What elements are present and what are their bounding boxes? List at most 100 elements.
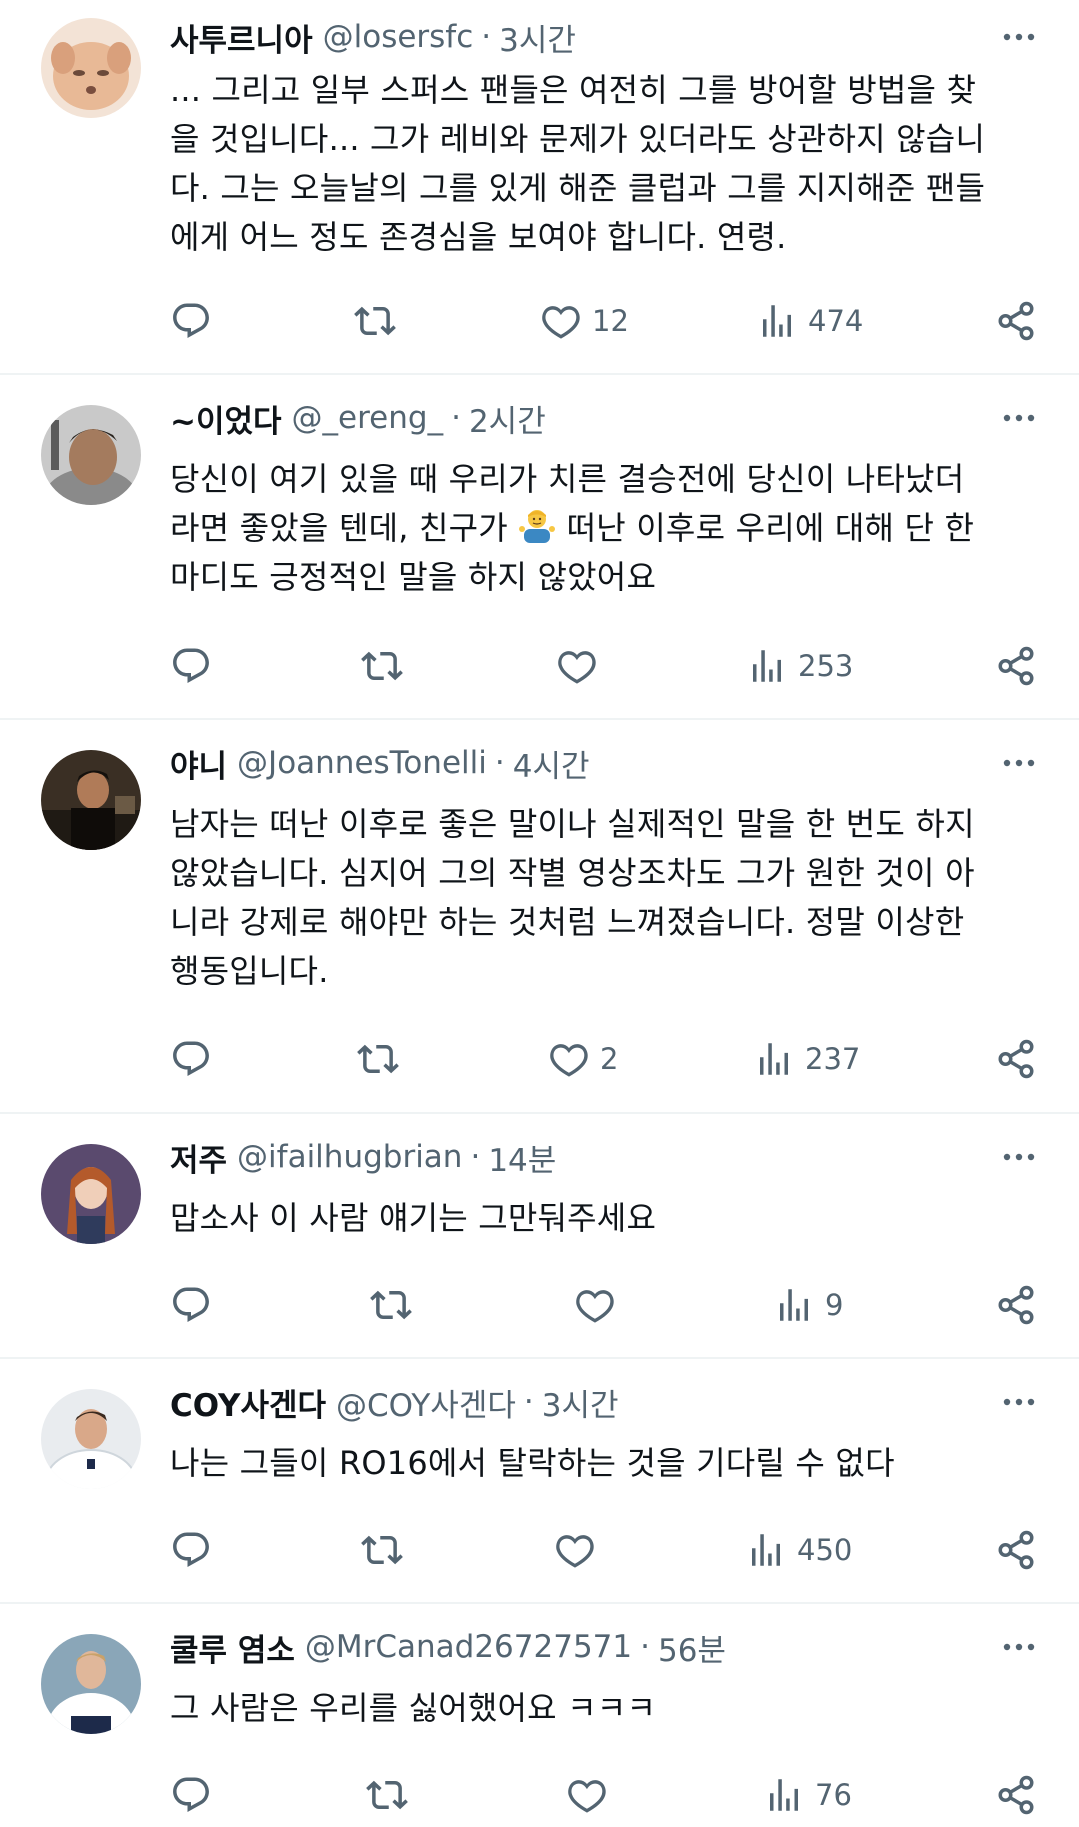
tweet-text: 맙소사 이 사람 얘기는 그만둬주세요: [170, 1194, 1039, 1243]
views-button[interactable]: 474: [756, 296, 863, 346]
more-icon[interactable]: [999, 748, 1039, 778]
display-name[interactable]: ~이었다: [170, 396, 282, 441]
retweet-button[interactable]: [354, 296, 396, 346]
share-button[interactable]: [995, 1525, 1037, 1575]
views-icon: [746, 645, 788, 687]
tweet[interactable]: COY사겐다 @COY사겐다 · 3시간 나는 그들이 RO16에서 탈락하는 …: [0, 1359, 1079, 1604]
like-button[interactable]: [574, 1280, 626, 1330]
views-button[interactable]: 253: [746, 641, 853, 691]
more-icon[interactable]: [999, 403, 1039, 433]
views-button[interactable]: 76: [763, 1770, 852, 1820]
timestamp[interactable]: 4시간: [513, 741, 590, 786]
reply-button[interactable]: [170, 1280, 212, 1330]
share-icon: [995, 300, 1037, 342]
retweet-button[interactable]: [361, 1525, 403, 1575]
tweet-text-line: 니라 강제로 해야만 하는 것처럼 느껴졌습니다. 정말 이상한: [170, 903, 965, 941]
reply-button[interactable]: [170, 1770, 212, 1820]
tweet-text: 남자는 떠난 이후로 좋은 말이나 실제적인 말을 한 번도 하지 않았습니다.…: [170, 800, 1039, 996]
like-button[interactable]: 12: [540, 296, 629, 346]
user-handle[interactable]: @ifailhugbrian: [237, 1139, 462, 1175]
tweet[interactable]: 저주 @ifailhugbrian · 14분 맙소사 이 사람 얘기는 그만둬…: [0, 1114, 1079, 1359]
avatar[interactable]: [41, 750, 141, 850]
heart-icon: [554, 1529, 596, 1571]
tweet-text: 당신이 여기 있을 때 우리가 치른 결승전에 당신이 나타났더 라면 좋았을 …: [170, 455, 1039, 602]
tweet-text-line: 다. 그는 오늘날의 그를 있게 해준 클럽과 그를 지지해준 팬들: [170, 169, 986, 207]
user-handle[interactable]: @COY사겐다: [336, 1380, 516, 1425]
timestamp[interactable]: 3시간: [499, 15, 576, 60]
like-button[interactable]: [566, 1770, 618, 1820]
like-button[interactable]: [556, 641, 608, 691]
tweet-header: 야니 @JoannesTonelli · 4시간: [170, 740, 1039, 786]
share-button[interactable]: [995, 1280, 1037, 1330]
tweet-header: 쿨루 염소 @MrCanad26727571 · 56분: [170, 1624, 1039, 1670]
reply-icon: [170, 1038, 212, 1080]
share-button[interactable]: [995, 1034, 1037, 1084]
timestamp[interactable]: 2시간: [469, 396, 546, 441]
user-handle[interactable]: @_ereng_: [292, 400, 444, 436]
avatar[interactable]: [41, 18, 141, 118]
views-icon: [745, 1529, 787, 1571]
reply-button[interactable]: [170, 296, 212, 346]
display-name[interactable]: 저주: [170, 1135, 227, 1180]
heart-icon: [556, 645, 598, 687]
like-count: 12: [592, 304, 629, 338]
reply-icon: [170, 1529, 212, 1571]
display-name[interactable]: 쿨루 염소: [170, 1625, 295, 1670]
tweet-text-line: 맙소사 이 사람 얘기는 그만둬주세요: [170, 1199, 657, 1237]
reply-icon: [170, 645, 212, 687]
user-handle[interactable]: @JoannesTonelli: [237, 745, 487, 781]
tweet-header: 사투르니아 @losersfc · 3시간: [170, 14, 1039, 60]
view-count: 237: [805, 1042, 861, 1076]
user-handle[interactable]: @MrCanad26727571: [305, 1629, 632, 1665]
tweet-text-line: 에게 어느 정도 존경심을 보여야 합니다. 연령.: [170, 218, 787, 256]
reply-button[interactable]: [170, 1525, 212, 1575]
like-button[interactable]: [554, 1525, 606, 1575]
tweet[interactable]: ~이었다 @_ereng_ · 2시간 당신이 여기 있을 때 우리가 치른 결…: [0, 375, 1079, 720]
reply-button[interactable]: [170, 641, 212, 691]
avatar[interactable]: [41, 1634, 141, 1734]
more-icon[interactable]: [999, 1142, 1039, 1172]
retweet-icon: [354, 300, 396, 342]
views-icon: [763, 1774, 805, 1816]
views-button[interactable]: 237: [753, 1034, 860, 1084]
tweet-text-line: 남자는 떠난 이후로 좋은 말이나 실제적인 말을 한 번도 하지: [170, 805, 975, 843]
tweet-text-line: ... 그리고 일부 스퍼스 팬들은 여전히 그를 방어할 방법을 찾: [170, 71, 977, 109]
tweet[interactable]: 야니 @JoannesTonelli · 4시간 남자는 떠난 이후로 좋은 말…: [0, 720, 1079, 1114]
separator-dot: ·: [523, 1384, 534, 1420]
views-icon: [753, 1038, 795, 1080]
retweet-icon: [357, 1038, 399, 1080]
tweet[interactable]: 사투르니아 @losersfc · 3시간 ... 그리고 일부 스퍼스 팬들은…: [0, 0, 1079, 375]
more-icon[interactable]: [999, 1632, 1039, 1662]
share-button[interactable]: [995, 641, 1037, 691]
timestamp[interactable]: 3시간: [542, 1380, 619, 1425]
views-button[interactable]: 450: [745, 1525, 852, 1575]
display-name[interactable]: 사투르니아: [170, 15, 313, 60]
share-button[interactable]: [995, 1770, 1037, 1820]
display-name[interactable]: 야니: [170, 741, 227, 786]
tweet-feed: 사투르니아 @losersfc · 3시간 ... 그리고 일부 스퍼스 팬들은…: [0, 0, 1079, 1827]
views-button[interactable]: 9: [773, 1280, 843, 1330]
avatar[interactable]: [41, 1389, 141, 1489]
retweet-button[interactable]: [357, 1034, 399, 1084]
timestamp[interactable]: 56분: [658, 1625, 726, 1670]
share-button[interactable]: [995, 296, 1037, 346]
more-icon[interactable]: [999, 1387, 1039, 1417]
user-handle[interactable]: @losersfc: [323, 19, 474, 55]
heart-icon: [548, 1038, 590, 1080]
retweet-button[interactable]: [366, 1770, 408, 1820]
tweet-actions: 76: [0, 1770, 1079, 1820]
avatar[interactable]: [41, 405, 141, 505]
separator-dot: ·: [640, 1629, 650, 1665]
tweet-header: 저주 @ifailhugbrian · 14분: [170, 1134, 1039, 1180]
more-icon[interactable]: [999, 22, 1039, 52]
retweet-button[interactable]: [370, 1280, 412, 1330]
heart-icon: [574, 1284, 616, 1326]
display-name[interactable]: COY사겐다: [170, 1380, 326, 1425]
reply-button[interactable]: [170, 1034, 212, 1084]
tweet-text: ... 그리고 일부 스퍼스 팬들은 여전히 그를 방어할 방법을 찾 을 것입…: [170, 66, 1039, 262]
avatar[interactable]: [41, 1144, 141, 1244]
like-button[interactable]: 2: [548, 1034, 618, 1084]
retweet-button[interactable]: [361, 641, 403, 691]
timestamp[interactable]: 14분: [488, 1135, 556, 1180]
tweet[interactable]: 쿨루 염소 @MrCanad26727571 · 56분 그 사람은 우리를 싫…: [0, 1604, 1079, 1827]
